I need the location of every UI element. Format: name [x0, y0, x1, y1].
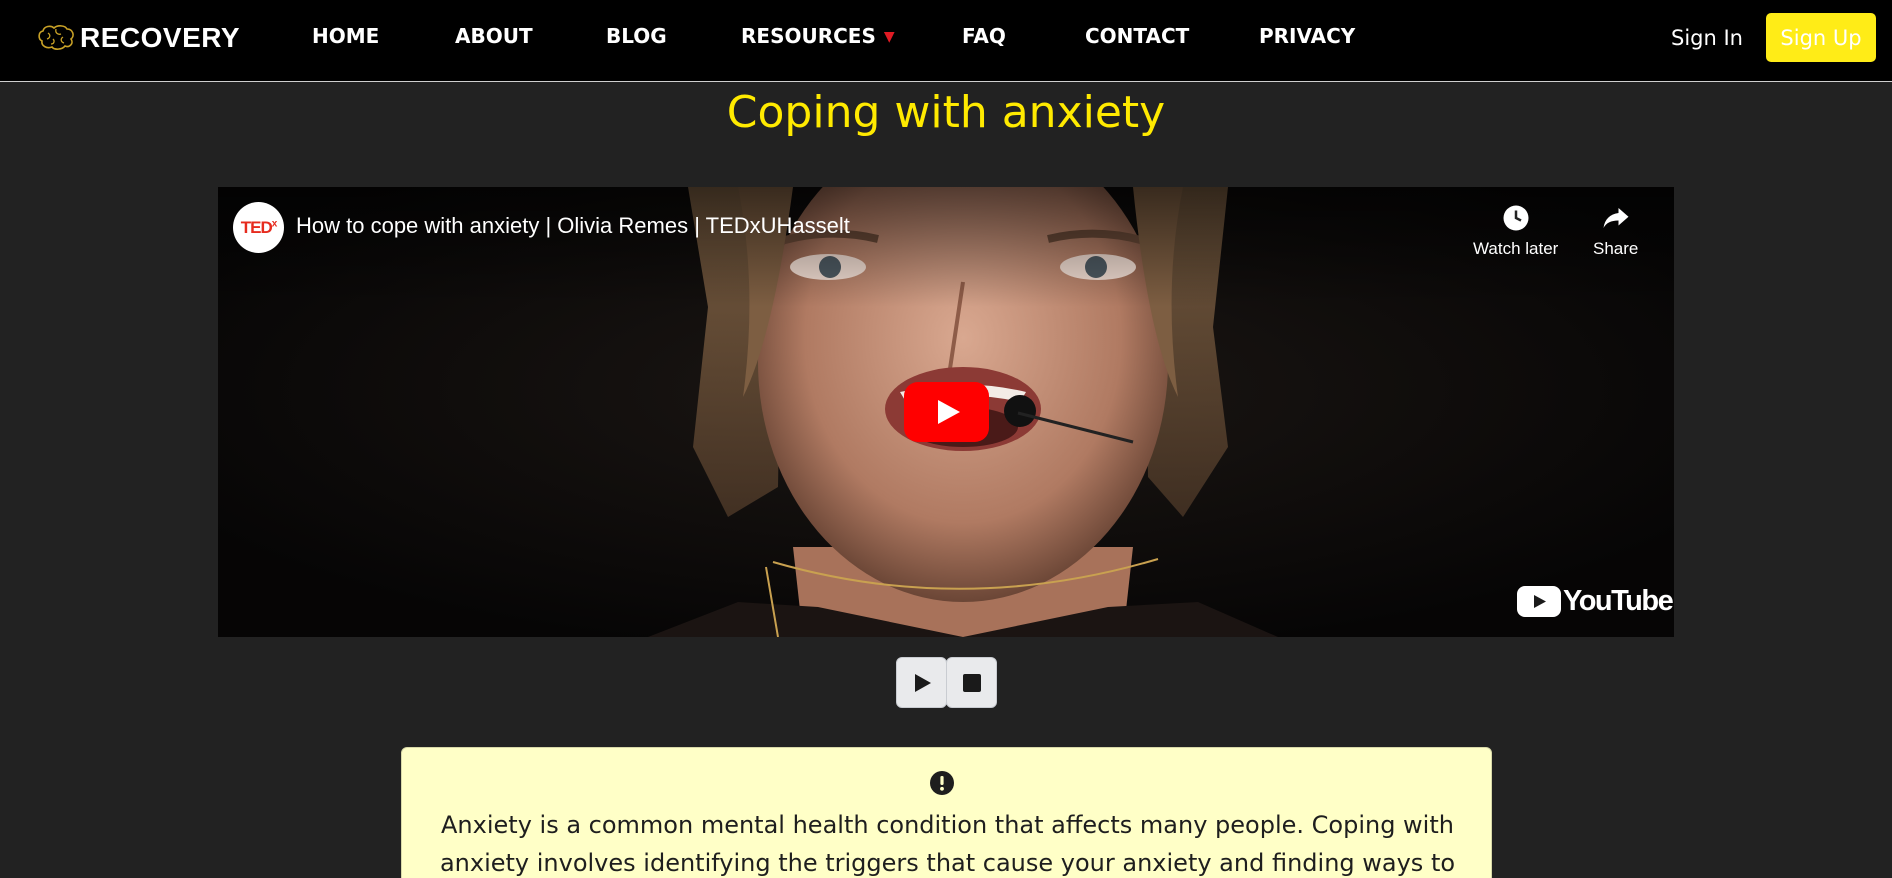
nav-contact[interactable]: CONTACT — [1085, 24, 1189, 48]
clock-icon — [1503, 205, 1529, 231]
tedx-logo-text: TEDx — [240, 217, 277, 237]
watch-later-button[interactable]: Watch later — [1473, 203, 1558, 259]
nav-resources-label: RESOURCES — [741, 24, 876, 48]
youtube-video-embed[interactable]: TEDx How to cope with anxiety | Olivia R… — [218, 187, 1674, 637]
page-title: Coping with anxiety — [726, 87, 1166, 138]
brain-icon — [38, 25, 74, 50]
top-navbar: RECOVERY HOME ABOUT BLOG RESOURCES ▼ FAQ … — [0, 0, 1892, 82]
play-icon — [914, 673, 931, 692]
video-title-link[interactable]: How to cope with anxiety | Olivia Remes … — [296, 213, 850, 239]
anxiety-info-card: Anxiety is a common mental health condit… — [401, 747, 1492, 878]
sign-in-link[interactable]: Sign In — [1671, 26, 1743, 50]
info-card-text: Anxiety is a common mental health condit… — [439, 811, 1456, 877]
nav-privacy[interactable]: PRIVACY — [1259, 24, 1355, 48]
share-label: Share — [1593, 239, 1639, 258]
exclamation-circle-icon — [930, 771, 954, 795]
brand-name: RECOVERY — [80, 22, 241, 53]
sign-up-button[interactable]: Sign Up — [1766, 13, 1876, 62]
nav-faq[interactable]: FAQ — [962, 24, 1006, 48]
play-button[interactable] — [896, 657, 947, 708]
nav-resources-dropdown[interactable]: RESOURCES ▼ — [741, 24, 895, 48]
caret-down-icon: ▼ — [883, 29, 895, 45]
watch-later-label: Watch later — [1473, 239, 1559, 258]
nav-blog[interactable]: BLOG — [606, 24, 667, 48]
youtube-logo-icon — [1517, 586, 1561, 617]
nav-about[interactable]: ABOUT — [455, 24, 533, 48]
nav-home[interactable]: HOME — [312, 24, 379, 48]
video-top-overlay — [218, 187, 1674, 307]
youtube-wordmark: YouTube — [1563, 585, 1674, 617]
stop-button[interactable] — [946, 657, 997, 708]
brand-logo-link[interactable]: RECOVERY — [36, 20, 240, 56]
channel-avatar-tedx[interactable]: TEDx — [233, 202, 284, 253]
youtube-play-icon[interactable] — [904, 382, 989, 442]
share-button[interactable]: Share — [1593, 203, 1638, 259]
stop-icon — [962, 673, 981, 692]
youtube-logo[interactable]: YouTube — [1517, 585, 1674, 618]
share-arrow-icon — [1603, 208, 1629, 228]
